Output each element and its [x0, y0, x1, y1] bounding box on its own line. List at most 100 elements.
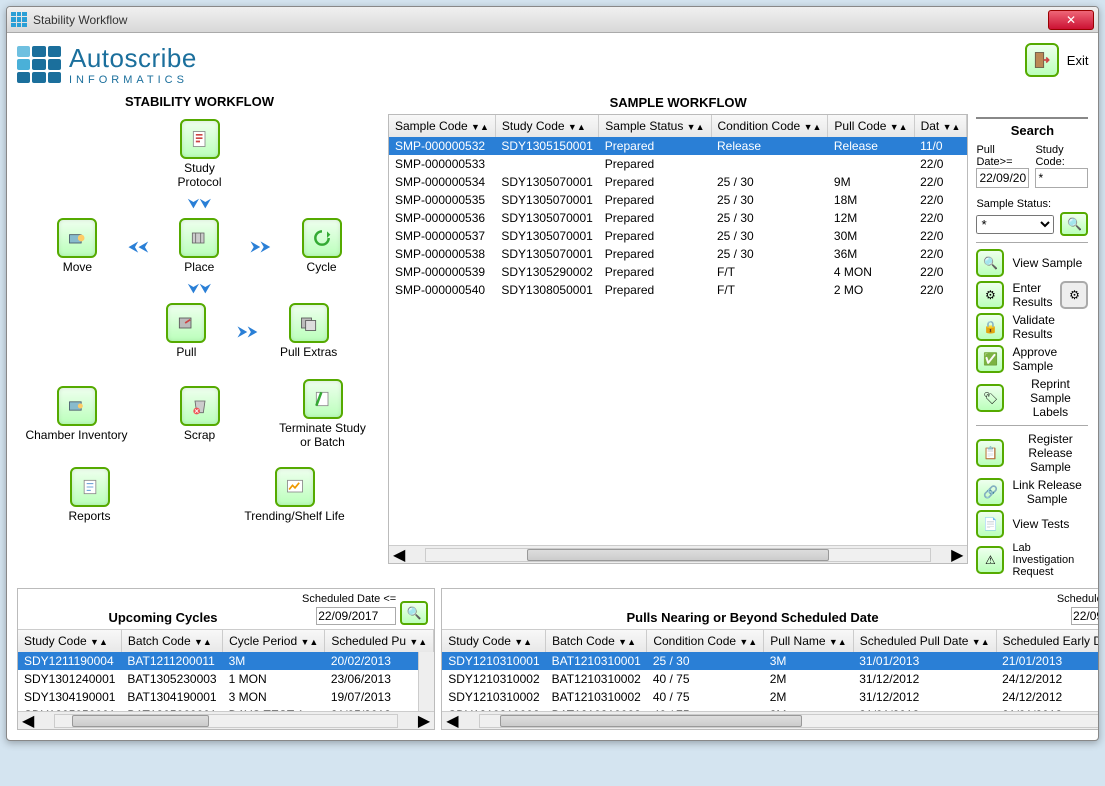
table-row[interactable]: SDY1210310002BAT121031000240 / 752M31/12…: [442, 670, 1099, 688]
link-release-button[interactable]: 🔗Link Release Sample: [976, 478, 1088, 506]
app-icon: [11, 12, 27, 28]
table-row[interactable]: SMP-000000538SDY1305070001Prepared25 / 3…: [389, 245, 967, 263]
register-release-button[interactable]: 📋Register Release Sample: [976, 432, 1088, 474]
cycle-button[interactable]: Cycle: [277, 218, 367, 274]
column-header[interactable]: Pull Name ▼▲: [764, 630, 854, 652]
column-header[interactable]: Dat ▼▲: [914, 115, 967, 137]
validate-results-button[interactable]: 🔒Validate Results: [976, 313, 1088, 341]
column-header[interactable]: Pull Code ▼▲: [828, 115, 914, 137]
vertical-scrollbar[interactable]: [418, 652, 434, 711]
study-code-label: Study Code:: [1035, 144, 1088, 168]
search-button[interactable]: 🔍: [1060, 212, 1088, 236]
trending-button[interactable]: Trending/Shelf Life: [235, 467, 355, 523]
table-row[interactable]: SDY1304190001BAT13041900013 MON19/07/201…: [18, 688, 434, 706]
table-row[interactable]: SMP-000000540SDY1308050001PreparedF/T2 M…: [389, 281, 967, 299]
terminate-icon: [303, 379, 343, 419]
horizontal-scrollbar[interactable]: ◀▶: [442, 711, 1099, 729]
pulls-sched-label: Scheduled Date <=: [1057, 593, 1099, 605]
column-header[interactable]: Batch Code ▼▲: [546, 630, 647, 652]
arrow-down-icon: ⮟⮟: [188, 195, 212, 212]
reprint-button[interactable]: 🏷Reprint Sample Labels: [976, 377, 1088, 419]
sample-workflow-table[interactable]: Sample Code ▼▲Study Code ▼▲Sample Status…: [389, 115, 967, 299]
pull-button[interactable]: Pull: [141, 303, 231, 359]
table-row[interactable]: SMP-000000533Prepared22/0: [389, 155, 967, 173]
column-header[interactable]: Scheduled Early Date ▼▲: [996, 630, 1099, 652]
close-button[interactable]: ✕: [1048, 10, 1094, 30]
pull-date-label: Pull Date>=: [976, 144, 1029, 168]
scrap-button[interactable]: Scrap: [155, 386, 245, 442]
arrow-left-icon: ⮜⮜: [128, 238, 148, 255]
horizontal-scrollbar[interactable]: ◀ ▶: [389, 545, 967, 563]
main-window: Stability Workflow ✕ Autoscribe INFORMAT…: [6, 6, 1099, 741]
study-protocol-button[interactable]: Study Protocol: [155, 119, 245, 189]
arrow-down-icon: ⮟⮟: [188, 280, 212, 297]
exit-icon: [1025, 43, 1059, 77]
logo-sub: INFORMATICS: [69, 74, 197, 86]
table-row[interactable]: SMP-000000534SDY1305070001Prepared25 / 3…: [389, 173, 967, 191]
study-protocol-icon: [180, 119, 220, 159]
table-row[interactable]: SDY1301240001BAT13052300031 MON23/06/201…: [18, 670, 434, 688]
table-row[interactable]: SDY1210310001BAT121031000125 / 303M31/01…: [442, 652, 1099, 670]
table-row[interactable]: SDY1210310002BAT121031000240 / 752M31/12…: [442, 688, 1099, 706]
move-icon: [57, 218, 97, 258]
column-header[interactable]: Cycle Period ▼▲: [223, 630, 325, 652]
reports-button[interactable]: Reports: [45, 467, 135, 523]
upcoming-search-button[interactable]: 🔍: [400, 601, 428, 625]
column-header[interactable]: Condition Code ▼▲: [711, 115, 828, 137]
column-header[interactable]: Scheduled Pu ▼▲: [325, 630, 434, 652]
list-icon: 📄: [976, 510, 1004, 538]
column-header[interactable]: Scheduled Pull Date ▼▲: [853, 630, 996, 652]
link-icon: 🔗: [976, 478, 1004, 506]
logo: Autoscribe INFORMATICS: [17, 43, 382, 86]
pull-extras-icon: [289, 303, 329, 343]
view-tests-button[interactable]: 📄View Tests: [976, 510, 1088, 538]
lock-icon: 🔒: [976, 313, 1004, 341]
search-title: Search: [976, 117, 1088, 138]
exit-button[interactable]: Exit: [976, 43, 1088, 77]
warning-icon: ⚠: [976, 546, 1004, 574]
approve-sample-button[interactable]: ✅Approve Sample: [976, 345, 1088, 373]
upcoming-sched-label: Scheduled Date <=: [302, 593, 396, 605]
trending-icon: [275, 467, 315, 507]
upcoming-sched-input[interactable]: [316, 607, 396, 625]
upcoming-cycles-table[interactable]: Study Code ▼▲Batch Code ▼▲Cycle Period ▼…: [18, 630, 434, 724]
column-header[interactable]: Study Code ▼▲: [442, 630, 545, 652]
table-row[interactable]: SDY1211190004BAT12112000113M20/02/2013: [18, 652, 434, 670]
right-panel: Exit Search Pull Date>= Study Code: Samp…: [976, 43, 1088, 582]
sample-status-label: Sample Status:: [976, 198, 1051, 210]
column-header[interactable]: Study Code ▼▲: [495, 115, 598, 137]
chamber-inventory-icon: [57, 386, 97, 426]
table-row[interactable]: SMP-000000532SDY1305150001PreparedReleas…: [389, 137, 967, 155]
terminate-button[interactable]: Terminate Study or Batch: [263, 379, 383, 449]
left-panel: Autoscribe INFORMATICS STABILITY WORKFLO…: [17, 43, 382, 582]
chamber-inventory-button[interactable]: Chamber Inventory: [17, 386, 137, 442]
pull-date-input[interactable]: [976, 168, 1029, 188]
move-button[interactable]: Move: [32, 218, 122, 274]
column-header[interactable]: Sample Status ▼▲: [599, 115, 711, 137]
column-header[interactable]: Study Code ▼▲: [18, 630, 121, 652]
pulls-sched-input[interactable]: [1071, 607, 1099, 625]
column-header[interactable]: Sample Code ▼▲: [389, 115, 495, 137]
view-sample-button[interactable]: 🔍View Sample: [976, 249, 1088, 277]
table-row[interactable]: SMP-000000539SDY1305290002PreparedF/T4 M…: [389, 263, 967, 281]
column-header[interactable]: Batch Code ▼▲: [121, 630, 222, 652]
cycle-icon: [302, 218, 342, 258]
window-title: Stability Workflow: [33, 13, 1048, 27]
pulls-table[interactable]: Study Code ▼▲Batch Code ▼▲Condition Code…: [442, 630, 1099, 724]
table-row[interactable]: SMP-000000535SDY1305070001Prepared25 / 3…: [389, 191, 967, 209]
magnifier-icon: 🔍: [976, 249, 1004, 277]
logo-icon: [17, 46, 61, 84]
enter-results-button[interactable]: ⚙Enter Results⚙: [976, 281, 1088, 309]
sample-status-select[interactable]: *: [976, 215, 1054, 234]
table-row[interactable]: SMP-000000537SDY1305070001Prepared25 / 3…: [389, 227, 967, 245]
place-button[interactable]: Place: [154, 218, 244, 274]
pulls-panel: Pulls Nearing or Beyond Scheduled Date S…: [441, 588, 1099, 730]
column-header[interactable]: Condition Code ▼▲: [647, 630, 764, 652]
scrap-icon: [180, 386, 220, 426]
pull-extras-button[interactable]: Pull Extras: [264, 303, 354, 359]
horizontal-scrollbar[interactable]: ◀▶: [18, 711, 434, 729]
place-icon: [179, 218, 219, 258]
table-row[interactable]: SMP-000000536SDY1305070001Prepared25 / 3…: [389, 209, 967, 227]
study-code-input[interactable]: [1035, 168, 1088, 188]
lab-investigation-button[interactable]: ⚠Lab Investigation Request: [976, 542, 1088, 578]
